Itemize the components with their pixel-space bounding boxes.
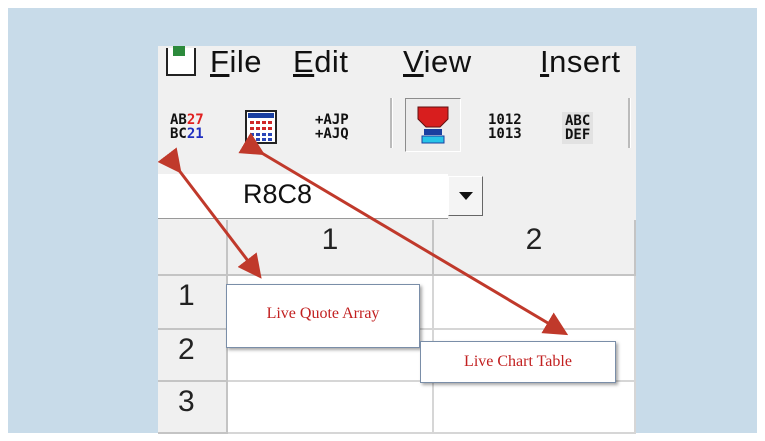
arrow-to-quote-array-button: [157, 147, 262, 279]
arrow-to-chart-table-button: [238, 132, 569, 336]
annotation-arrows: [157, 132, 569, 336]
figure-frame: File Edit View Insert AB27 BC21 +AJP +AJ…: [8, 8, 757, 434]
